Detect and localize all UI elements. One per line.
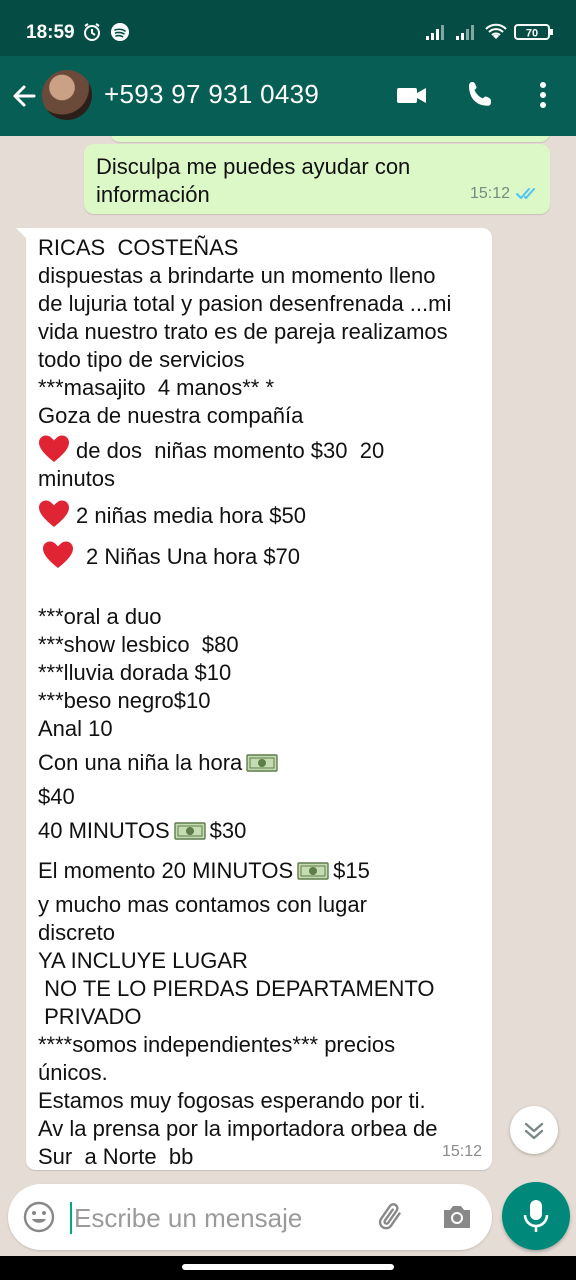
money-emoji-icon <box>297 862 329 880</box>
message-line-text: $30 <box>209 818 247 843</box>
outgoing-message-text: Disculpa me puedes ayudar con informació… <box>96 154 411 207</box>
message-line: ****somos independientes*** precios <box>38 1032 396 1057</box>
outgoing-message-meta: 15:12 <box>470 180 540 208</box>
attach-icon[interactable] <box>374 1200 408 1234</box>
message-line: ***lluvia dorada $10 <box>38 660 232 685</box>
battery-level: 70 <box>526 28 538 40</box>
voice-message-button[interactable] <box>502 1182 570 1250</box>
message-line: El momento 20 MINUTOS $15 <box>38 857 483 885</box>
money-emoji-icon <box>173 822 206 840</box>
chat-header: +593 97 931 0439 <box>0 56 576 136</box>
previous-outgoing-bubble <box>110 136 550 142</box>
message-line-text: 40 MINUTOS <box>38 818 170 843</box>
message-line: Estamos muy fogosas esperando por ti. <box>38 1088 426 1113</box>
message-line: Sur a Norte bb <box>38 1144 194 1169</box>
camera-icon[interactable] <box>440 1200 474 1234</box>
outgoing-message-time: 15:12 <box>469 185 510 202</box>
message-line: PRIVADO <box>38 1004 142 1029</box>
message-line: minutos <box>38 466 116 491</box>
message-line: $40 <box>38 784 75 809</box>
message-line: discreto <box>38 920 116 945</box>
message-line: Anal 10 <box>38 716 113 741</box>
incoming-message-time: 15:12 <box>441 1143 482 1160</box>
message-line: 2 niñas media hora $50 <box>38 499 483 530</box>
emoji-icon[interactable] <box>22 1200 56 1234</box>
message-line-text: El momento 20 MINUTOS <box>38 858 294 883</box>
message-line: ***oral a duo <box>38 604 162 629</box>
message-line-text: 2 Niñas Una hora $70 <box>86 544 301 569</box>
message-line: y mucho mas contamos con lugar <box>38 892 367 917</box>
message-line: Goza de nuestra compañía <box>38 403 304 428</box>
message-line: 40 MINUTOS $30 <box>38 817 483 845</box>
contact-name[interactable]: +593 97 931 0439 <box>104 79 319 110</box>
heart-emoji-icon <box>43 541 73 568</box>
wifi-icon <box>485 23 507 39</box>
message-line: ***masajito 4 manos** * <box>38 375 275 400</box>
mic-icon <box>523 1200 549 1232</box>
message-line: vida nuestro trato es de pareja realizam… <box>38 319 448 344</box>
message-line: 2 Niñas Una hora $70 <box>38 540 483 571</box>
message-line-text: de dos niñas momento $30 20 <box>76 438 385 463</box>
message-line: NO TE LO PIERDAS DEPARTAMENTO <box>38 976 435 1001</box>
incoming-message[interactable]: RICAS COSTEÑAS dispuestas a brindarte un… <box>16 228 492 1171</box>
status-time: 18:59 <box>26 22 75 43</box>
message-line: todo tipo de servicios <box>38 347 245 372</box>
message-line: YA INCLUYE LUGAR <box>38 948 248 973</box>
message-line: de dos niñas momento $30 20 <box>38 434 483 465</box>
system-nav-bar <box>0 1256 576 1280</box>
message-input[interactable]: Escribe un mensaje <box>74 1203 302 1234</box>
message-line-text: 2 niñas media hora $50 <box>76 503 306 528</box>
message-line: Con una niña la hora <box>38 749 483 777</box>
alarm-icon <box>84 23 100 41</box>
message-line: de lujuria total y pasion desenfrenada .… <box>38 291 452 316</box>
battery-icon: 70 <box>514 24 553 40</box>
scroll-down-icon <box>524 1122 544 1140</box>
heart-emoji-icon <box>39 435 69 462</box>
avatar[interactable] <box>42 70 92 120</box>
more-options-icon[interactable] <box>526 78 560 112</box>
back-arrow-icon[interactable] <box>8 80 40 112</box>
message-line: ***beso negro$10 <box>38 688 211 713</box>
heart-emoji-icon <box>39 500 69 527</box>
message-composer[interactable]: Escribe un mensaje <box>8 1184 492 1250</box>
home-gesture-handle[interactable] <box>182 1264 394 1270</box>
spotify-icon <box>111 23 129 41</box>
signal-icon-2 <box>456 25 474 40</box>
incoming-message-text: RICAS COSTEÑAS dispuestas a brindarte un… <box>38 234 483 1171</box>
signal-icon <box>426 25 444 40</box>
message-line: RICAS COSTEÑAS <box>38 235 239 260</box>
scroll-to-bottom-button[interactable] <box>510 1106 558 1154</box>
message-line-text: $15 <box>333 858 370 883</box>
message-line-text: Con una niña la hora <box>38 750 243 775</box>
outgoing-message[interactable]: Disculpa me puedes ayudar con informació… <box>84 144 550 214</box>
phone-icon[interactable] <box>464 78 498 112</box>
message-line: Av la prensa por la importadora orbea de <box>38 1116 438 1141</box>
message-line: únicos. <box>38 1060 108 1085</box>
message-line: ***show lesbico $80 <box>38 632 239 657</box>
message-line: dispuestas a brindarte un momento lleno <box>38 263 436 288</box>
read-receipt-icon <box>516 188 535 199</box>
text-caret <box>70 1202 72 1234</box>
money-emoji-icon <box>246 754 278 772</box>
video-call-icon[interactable] <box>394 78 428 112</box>
chat-area[interactable]: Disculpa me puedes ayudar con informació… <box>0 136 576 1180</box>
status-bar: 18:59 70 <box>0 0 576 56</box>
